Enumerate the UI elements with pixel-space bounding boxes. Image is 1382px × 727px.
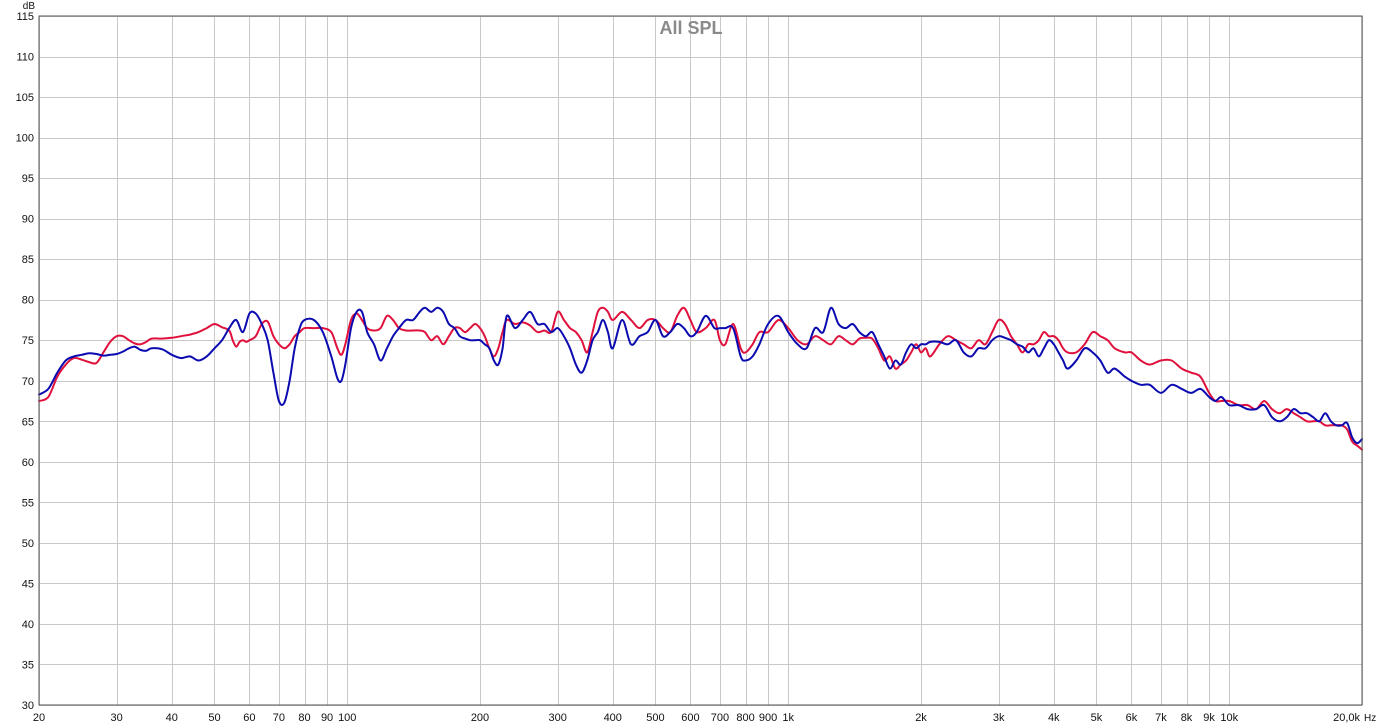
x-tick-label: 30 — [111, 712, 123, 724]
y-tick-label: 105 — [16, 92, 34, 104]
y-tick-label: 65 — [22, 416, 34, 428]
x-tick-label: 70 — [273, 712, 285, 724]
x-tick-label: 6k — [1126, 712, 1138, 724]
y-tick-label: 95 — [22, 173, 34, 185]
x-axis-unit-label: Hz — [1364, 713, 1376, 724]
x-tick-label: 50 — [208, 712, 220, 724]
y-tick-label: 90 — [22, 214, 34, 226]
x-tick-label: 7k — [1155, 712, 1167, 724]
x-tick-label: 500 — [646, 712, 664, 724]
x-tick-label: 8k — [1181, 712, 1193, 724]
x-tick-label: 4k — [1048, 712, 1060, 724]
y-tick-label: 55 — [22, 497, 34, 509]
y-tick-label: 100 — [16, 133, 34, 145]
x-tick-label: 700 — [711, 712, 729, 724]
x-tick-label: 90 — [321, 712, 333, 724]
y-tick-label: 85 — [22, 254, 34, 266]
x-tick-label: 200 — [471, 712, 489, 724]
x-tick-label: 20,0k — [1333, 712, 1360, 724]
x-tick-label: 60 — [243, 712, 255, 724]
x-tick-label: 400 — [604, 712, 622, 724]
y-tick-label: 45 — [22, 578, 34, 590]
y-tick-label: 60 — [22, 457, 34, 469]
x-tick-label: 800 — [736, 712, 754, 724]
y-tick-label: 50 — [22, 538, 34, 550]
x-tick-label: 10k — [1220, 712, 1238, 724]
y-axis-unit-label: dB — [23, 1, 36, 12]
y-tick-label: 115 — [16, 11, 34, 23]
x-tick-label: 3k — [993, 712, 1005, 724]
x-tick-label: 900 — [759, 712, 777, 724]
x-tick-label: 9k — [1203, 712, 1215, 724]
y-tick-label: 80 — [22, 295, 34, 307]
y-tick-label: 30 — [22, 700, 34, 712]
x-tick-label: 2k — [915, 712, 927, 724]
x-tick-label: 80 — [298, 712, 310, 724]
y-tick-label: 70 — [22, 376, 34, 388]
x-tick-label: 5k — [1091, 712, 1103, 724]
x-tick-label: 1k — [782, 712, 794, 724]
y-tick-label: 75 — [22, 335, 34, 347]
x-tick-label: 40 — [166, 712, 178, 724]
x-tick-label: 20 — [33, 712, 45, 724]
x-tick-label: 600 — [681, 712, 699, 724]
y-tick-label: 35 — [22, 659, 34, 671]
y-tick-label: 40 — [22, 619, 34, 631]
x-tick-label: 300 — [548, 712, 566, 724]
spl-chart: 20 30 40 50 60 70 80 90 100 200 300 400 500 600 700 800… — [16, 1, 1377, 724]
chart-title: All SPL — [659, 18, 722, 38]
x-tick-label: 100 — [338, 712, 356, 724]
y-tick-label: 110 — [16, 52, 34, 64]
